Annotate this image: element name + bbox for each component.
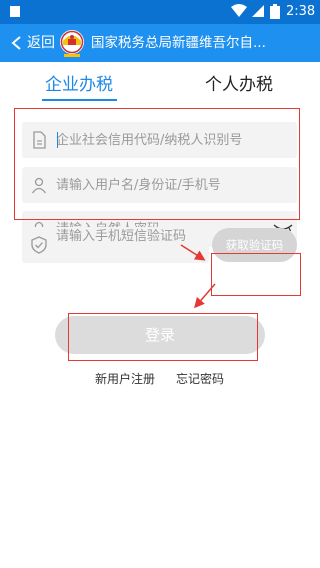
get-code-button[interactable]: 获取验证码: [212, 228, 297, 262]
sms-code-field[interactable]: 请输入手机短信验证码: [22, 227, 209, 263]
wifi-icon: [231, 4, 247, 17]
notification-square-icon: [10, 6, 20, 17]
document-icon: [33, 131, 46, 149]
battery-icon: [270, 4, 280, 19]
shield-icon: [31, 236, 47, 254]
login-button[interactable]: 登录: [55, 316, 265, 354]
page-title: 国家税务总局新疆维吾尔自...: [91, 35, 266, 51]
user-icon: [31, 177, 47, 194]
active-tab-indicator: [42, 99, 117, 101]
credit-code-field[interactable]: [22, 122, 297, 158]
chevron-left-icon[interactable]: [10, 36, 24, 50]
username-field[interactable]: [22, 167, 297, 203]
tab-enterprise-tax[interactable]: 企业办税: [45, 74, 113, 96]
annotation-arrow-to-login: [194, 283, 216, 309]
tab-personal-tax[interactable]: 个人办税: [205, 74, 273, 96]
back-button[interactable]: 返回: [27, 34, 55, 52]
register-link[interactable]: 新用户注册: [95, 371, 155, 387]
username-input[interactable]: [56, 167, 261, 203]
tax-bureau-logo: [60, 30, 84, 57]
sms-code-input[interactable]: 请输入手机短信验证码: [56, 229, 206, 245]
status-time: 2:38: [286, 4, 316, 19]
text-cursor: [57, 132, 58, 148]
status-bar: 2:38: [0, 0, 320, 24]
forgot-password-link[interactable]: 忘记密码: [176, 371, 224, 387]
app-bar: 返回 国家税务总局新疆维吾尔自...: [0, 24, 320, 62]
signal-icon: [252, 5, 264, 17]
credit-code-input[interactable]: [56, 122, 261, 158]
